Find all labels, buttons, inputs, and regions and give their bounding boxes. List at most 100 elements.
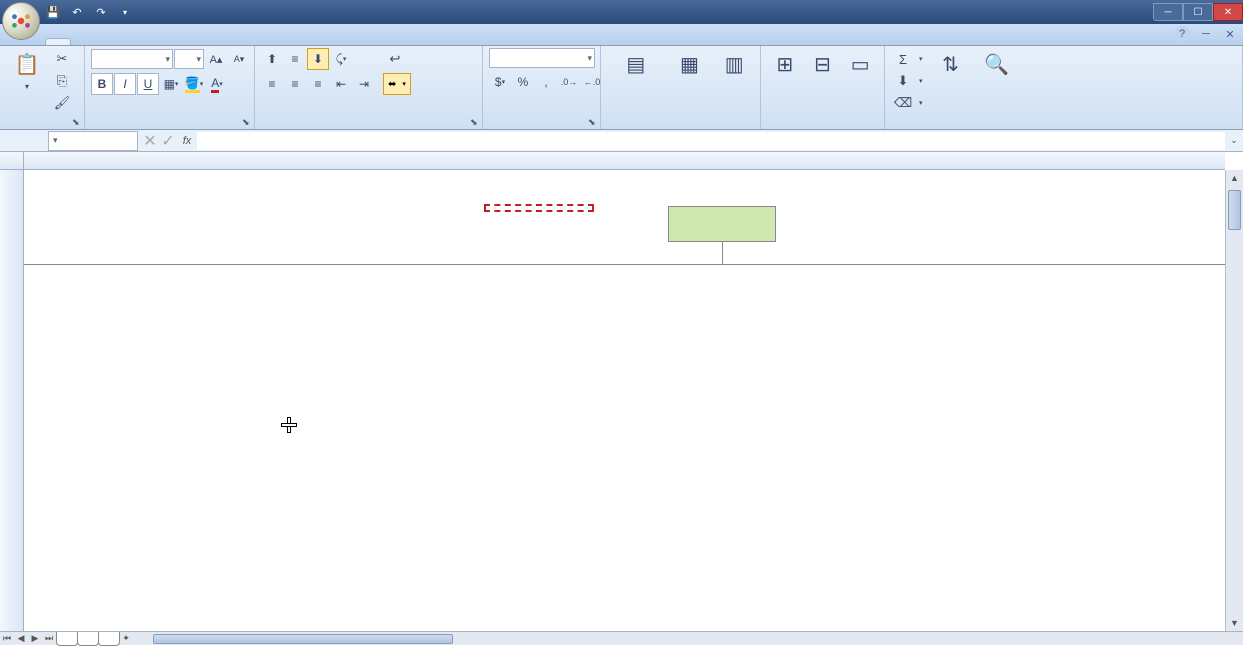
worksheet-grid[interactable]: ▲ ▼ bbox=[0, 152, 1243, 631]
font-size-combo[interactable] bbox=[174, 49, 204, 69]
first-sheet-button[interactable]: ⏮ bbox=[0, 633, 14, 644]
group-alignment: ⬆ ≡ ⬇ ⤹▾ ≡ ≡ ≡ ⇤ ⇥ ↩ ⬌▾ ⬊ bbox=[255, 46, 483, 129]
cells-area[interactable] bbox=[24, 170, 1225, 631]
clear-button[interactable]: ⌫▾ bbox=[891, 92, 927, 114]
minimize-ribbon-button[interactable]: ─ bbox=[1198, 26, 1214, 42]
alignment-launcher[interactable]: ⬊ bbox=[470, 117, 480, 127]
align-left-button[interactable]: ≡ bbox=[261, 73, 283, 95]
align-top-button[interactable]: ⬆ bbox=[261, 48, 283, 70]
expand-formula-bar[interactable]: ⌄ bbox=[1225, 135, 1243, 146]
vertical-scrollbar[interactable]: ▲ ▼ bbox=[1225, 170, 1243, 631]
hscroll-thumb[interactable] bbox=[153, 634, 453, 644]
executive-box[interactable] bbox=[668, 206, 776, 242]
wrap-text-button[interactable]: ↩ bbox=[383, 48, 411, 70]
sheet-tab-cover[interactable] bbox=[56, 632, 78, 646]
redo-icon[interactable]: ↷ bbox=[90, 2, 112, 22]
decrease-decimal-button[interactable]: ←.0 bbox=[581, 71, 603, 93]
sort-icon: ⇅ bbox=[937, 50, 965, 78]
close-workbook-button[interactable]: ✕ bbox=[1222, 26, 1238, 42]
help-icon[interactable]: ? bbox=[1174, 26, 1190, 42]
qat-customize-icon[interactable]: ▾ bbox=[114, 2, 136, 22]
delete-icon: ⊟ bbox=[809, 50, 837, 78]
percent-button[interactable]: % bbox=[512, 71, 534, 93]
align-right-button[interactable]: ≡ bbox=[307, 73, 329, 95]
font-launcher[interactable]: ⬊ bbox=[242, 117, 252, 127]
save-icon[interactable]: 💾 bbox=[42, 2, 64, 22]
shrink-font-button[interactable]: A▾ bbox=[228, 48, 250, 70]
tab-page-layout[interactable] bbox=[95, 39, 119, 45]
cond-fmt-icon: ▤ bbox=[622, 50, 650, 78]
sheet-tab-output[interactable] bbox=[98, 632, 120, 646]
tab-formulas[interactable] bbox=[119, 39, 143, 45]
format-cells-button[interactable]: ▭ bbox=[842, 48, 878, 80]
insert-cells-button[interactable]: ⊞ bbox=[767, 48, 803, 80]
scroll-up-arrow[interactable]: ▲ bbox=[1226, 170, 1243, 186]
column-headers[interactable] bbox=[0, 152, 1225, 170]
fill-button[interactable]: ⬇▾ bbox=[891, 70, 927, 92]
row-headers[interactable] bbox=[0, 170, 24, 631]
border-button[interactable]: ▦▾ bbox=[160, 73, 182, 95]
fx-icon[interactable]: fx bbox=[177, 135, 197, 147]
tab-view[interactable] bbox=[191, 39, 215, 45]
clipboard-launcher[interactable]: ⬊ bbox=[72, 117, 82, 127]
increase-decimal-button[interactable]: .0→ bbox=[558, 71, 580, 93]
autosum-button[interactable]: Σ▾ bbox=[891, 48, 927, 70]
tab-home[interactable] bbox=[45, 38, 71, 45]
merge-center-button[interactable]: ⬌▾ bbox=[383, 73, 411, 95]
conditional-formatting-button[interactable]: ▤ bbox=[607, 48, 665, 80]
accounting-button[interactable]: $▾ bbox=[489, 71, 511, 93]
tab-data[interactable] bbox=[143, 39, 167, 45]
office-button[interactable] bbox=[2, 2, 40, 40]
name-box[interactable] bbox=[48, 131, 138, 151]
horizontal-scrollbar[interactable] bbox=[153, 633, 1243, 645]
last-sheet-button[interactable]: ⏭ bbox=[42, 633, 56, 644]
italic-button[interactable]: I bbox=[114, 73, 136, 95]
minimize-button[interactable]: ─ bbox=[1153, 3, 1183, 21]
font-color-button[interactable]: A▾ bbox=[206, 73, 228, 95]
increase-indent-button[interactable]: ⇥ bbox=[353, 73, 375, 95]
maximize-button[interactable]: ☐ bbox=[1183, 3, 1213, 21]
bold-button[interactable]: B bbox=[91, 73, 113, 95]
close-button[interactable]: ✕ bbox=[1213, 3, 1243, 21]
wrap-icon: ↩ bbox=[387, 51, 403, 67]
sheet-tab-input[interactable] bbox=[77, 632, 99, 646]
fill-color-button[interactable]: 🪣▾ bbox=[183, 73, 205, 95]
align-middle-button[interactable]: ≡ bbox=[284, 48, 306, 70]
tab-review[interactable] bbox=[167, 39, 191, 45]
delete-cells-button[interactable]: ⊟ bbox=[805, 48, 841, 80]
sort-filter-button[interactable]: ⇅ bbox=[929, 48, 973, 80]
comma-button[interactable]: , bbox=[535, 71, 557, 93]
orientation-button[interactable]: ⤹▾ bbox=[330, 48, 352, 70]
select-all-corner[interactable] bbox=[0, 152, 24, 169]
format-as-table-button[interactable]: ▦ bbox=[667, 48, 713, 80]
paste-button[interactable]: 📋 ▾ bbox=[6, 48, 48, 91]
prev-sheet-button[interactable]: ◀ bbox=[14, 633, 28, 644]
number-format-combo[interactable] bbox=[489, 48, 595, 68]
cell-styles-icon: ▥ bbox=[720, 50, 748, 78]
copy-button[interactable]: ⎘ bbox=[50, 70, 78, 92]
vscroll-thumb[interactable] bbox=[1228, 190, 1241, 230]
decrease-indent-button[interactable]: ⇤ bbox=[330, 73, 352, 95]
grow-font-button[interactable]: A▴ bbox=[205, 48, 227, 70]
font-name-combo[interactable] bbox=[91, 49, 173, 69]
find-select-button[interactable]: 🔍 bbox=[975, 48, 1019, 80]
group-number: $▾ % , .0→ ←.0 ⬊ bbox=[483, 46, 601, 129]
cancel-formula-icon[interactable]: ✕ bbox=[141, 131, 159, 151]
format-painter-button[interactable]: 🖌 bbox=[50, 92, 78, 114]
formula-input[interactable] bbox=[197, 132, 1225, 150]
group-font: A▴ A▾ B I U ▦▾ 🪣▾ A▾ ⬊ bbox=[85, 46, 255, 129]
align-bottom-button[interactable]: ⬇ bbox=[307, 48, 329, 70]
merge-icon: ⬌ bbox=[388, 79, 396, 90]
next-sheet-button[interactable]: ▶ bbox=[28, 633, 42, 644]
underline-button[interactable]: U bbox=[137, 73, 159, 95]
align-center-button[interactable]: ≡ bbox=[284, 73, 306, 95]
scroll-down-arrow[interactable]: ▼ bbox=[1226, 615, 1243, 631]
cell-styles-button[interactable]: ▥ bbox=[714, 48, 754, 80]
eraser-icon: ⌫ bbox=[895, 95, 911, 111]
undo-icon[interactable]: ↶ bbox=[66, 2, 88, 22]
cut-button[interactable]: ✂ bbox=[50, 48, 78, 70]
number-launcher[interactable]: ⬊ bbox=[588, 117, 598, 127]
enter-formula-icon[interactable]: ✓ bbox=[159, 131, 177, 151]
new-sheet-button[interactable]: ✦ bbox=[119, 633, 133, 644]
tab-insert[interactable] bbox=[71, 39, 95, 45]
